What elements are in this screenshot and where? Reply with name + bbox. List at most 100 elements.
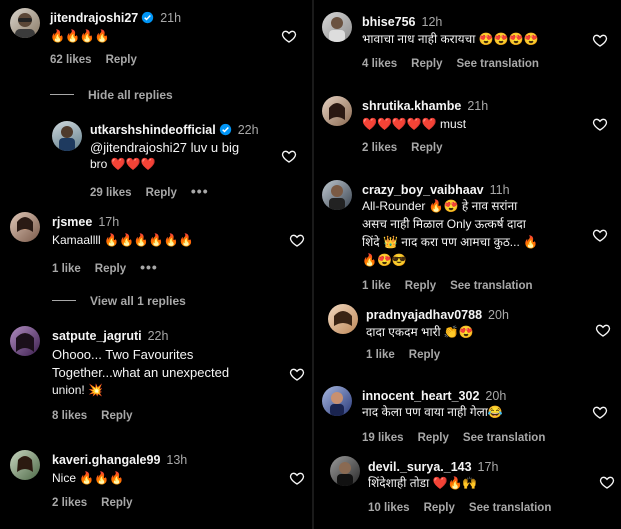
reply-button[interactable]: Reply (418, 432, 449, 444)
comment-text-line-4: 🔥😍😎 (362, 253, 407, 267)
comment-text: 🔥🔥🔥🔥 (50, 29, 110, 43)
like-count[interactable]: 8 likes (52, 410, 87, 422)
comment-item: jitendrajoshi27 21h 🔥🔥🔥🔥 62 likes Reply (10, 8, 310, 78)
timestamp: 20h (485, 389, 507, 403)
right-comments-column: bhise756 12h भावाचा नाध नाही करायचा 😍😍😍😍 … (314, 0, 621, 529)
timestamp: 21h (160, 11, 182, 25)
see-translation-button[interactable]: See translation (450, 280, 532, 292)
thread-line (50, 94, 74, 95)
username[interactable]: shrutika.khambe (362, 99, 461, 113)
comment-item: pradnyajadhav0788 20h दादा एकदम भारी 👏😍 1… (328, 304, 608, 366)
comment-item: rjsmee 17h Kamaallll 🔥🔥🔥🔥🔥🔥 1 like Reply ••… (10, 212, 310, 275)
comment-text: नाद केला पण वाया नाही गेला😂 (362, 405, 503, 419)
timestamp: 11h (489, 183, 510, 197)
reply-button[interactable]: Reply (409, 349, 440, 361)
reply-button[interactable]: Reply (95, 263, 126, 275)
timestamp: 21h (467, 99, 489, 113)
avatar[interactable] (10, 326, 40, 356)
reply-button[interactable]: Reply (101, 410, 132, 422)
like-count[interactable]: 1 like (362, 280, 391, 292)
like-heart-icon[interactable] (592, 227, 608, 243)
more-options-icon[interactable]: ••• (191, 183, 209, 199)
like-heart-icon[interactable] (281, 148, 297, 164)
timestamp: 13h (166, 453, 188, 467)
comment-text: भावाचा नाध नाही करायचा 😍😍😍😍 (362, 32, 539, 46)
comment-text-line-1: Ohooo... Two Favourites (52, 347, 194, 362)
comment-text: ❤️❤️❤️❤️❤️ must (362, 117, 467, 131)
like-count[interactable]: 4 likes (362, 58, 397, 70)
like-heart-icon[interactable] (592, 404, 608, 420)
comment-item: bhise756 12h भावाचा नाध नाही करायचा 😍😍😍😍 … (322, 12, 602, 74)
username[interactable]: devil._surya._143 (368, 460, 472, 474)
username[interactable]: jitendrajoshi27 (50, 11, 138, 25)
avatar[interactable] (52, 121, 82, 151)
avatar[interactable] (322, 12, 352, 42)
username[interactable]: innocent_heart_302 (362, 389, 479, 403)
more-options-icon[interactable]: ••• (140, 259, 158, 275)
username[interactable]: rjsmee (52, 215, 92, 229)
avatar[interactable] (10, 8, 40, 38)
verified-badge-icon (142, 11, 154, 24)
like-heart-icon[interactable] (289, 366, 305, 382)
comment-text: Nice 🔥🔥🔥 (52, 471, 125, 485)
like-count[interactable]: 62 likes (50, 54, 92, 66)
timestamp: 22h (147, 329, 169, 343)
timestamp: 17h (477, 460, 499, 474)
like-count[interactable]: 29 likes (90, 187, 132, 199)
timestamp: 20h (488, 308, 509, 322)
comment-item: crazy_boy_vaibhaav 11h All-Rounder 🔥😍 हे … (322, 180, 612, 296)
comment-text-line-2: Together...what an unexpected (52, 365, 230, 380)
like-count[interactable]: 1 like (366, 349, 395, 361)
like-count[interactable]: 1 like (52, 263, 81, 275)
comment-text-line-2: bro ❤️❤️❤️ (90, 157, 156, 171)
avatar[interactable] (328, 304, 358, 334)
reply-item: utkarshshindeofficial 22h @jitendrajoshi2… (52, 120, 310, 199)
username[interactable]: kaveri.ghangale99 (52, 453, 160, 467)
comment-text: Kamaallll 🔥🔥🔥🔥🔥🔥 (52, 233, 194, 247)
like-count[interactable]: 19 likes (362, 432, 404, 444)
see-translation-button[interactable]: See translation (457, 58, 539, 70)
like-heart-icon[interactable] (599, 474, 615, 490)
comment-item: innocent_heart_302 20h नाद केला पण वाया न… (322, 386, 607, 448)
like-heart-icon[interactable] (595, 322, 611, 338)
comment-text-line-3: शिंदे 👑 नाद करा पण आमचा कुठ... 🔥 (362, 235, 539, 249)
avatar[interactable] (10, 212, 40, 242)
like-heart-icon[interactable] (281, 28, 297, 44)
comment-item: kaveri.ghangale99 13h Nice 🔥🔥🔥 2 likes Rep… (10, 450, 310, 520)
see-translation-button[interactable]: See translation (469, 502, 551, 514)
view-replies-button[interactable]: View all 1 replies (52, 294, 186, 308)
like-count[interactable]: 10 likes (368, 502, 410, 514)
avatar[interactable] (322, 96, 352, 126)
timestamp: 12h (421, 15, 443, 29)
reply-button[interactable]: Reply (146, 187, 177, 199)
reply-button[interactable]: Reply (101, 497, 132, 509)
username[interactable]: utkarshshindeofficial (90, 123, 216, 137)
username[interactable]: pradnyajadhav0788 (366, 308, 482, 322)
avatar[interactable] (322, 386, 352, 416)
username[interactable]: satpute_jagruti (52, 329, 142, 343)
comment-text-line-3: union! 💥 (52, 383, 103, 397)
username[interactable]: bhise756 (362, 15, 416, 29)
reply-button[interactable]: Reply (106, 54, 137, 66)
like-heart-icon[interactable] (592, 116, 608, 132)
like-count[interactable]: 2 likes (52, 497, 87, 509)
avatar[interactable] (10, 450, 40, 480)
timestamp: 17h (98, 215, 120, 229)
reply-button[interactable]: Reply (411, 142, 442, 154)
like-heart-icon[interactable] (289, 232, 305, 248)
like-heart-icon[interactable] (592, 32, 608, 48)
username[interactable]: crazy_boy_vaibhaav (362, 183, 484, 197)
reply-button[interactable]: Reply (405, 280, 436, 292)
comment-item: shrutika.khambe 21h ❤️❤️❤️❤️❤️ must 2 lik… (322, 96, 602, 158)
avatar[interactable] (330, 456, 360, 486)
like-heart-icon[interactable] (289, 470, 305, 486)
see-translation-button[interactable]: See translation (463, 432, 545, 444)
timestamp: 22h (237, 123, 259, 137)
comment-item: satpute_jagruti 22h Ohooo... Two Favourit… (10, 326, 310, 428)
hide-replies-button[interactable]: Hide all replies (50, 88, 173, 102)
reply-button[interactable]: Reply (424, 502, 455, 514)
like-count[interactable]: 2 likes (362, 142, 397, 154)
reply-button[interactable]: Reply (411, 58, 442, 70)
view-replies-label: View all 1 replies (90, 294, 186, 308)
avatar[interactable] (322, 180, 352, 210)
